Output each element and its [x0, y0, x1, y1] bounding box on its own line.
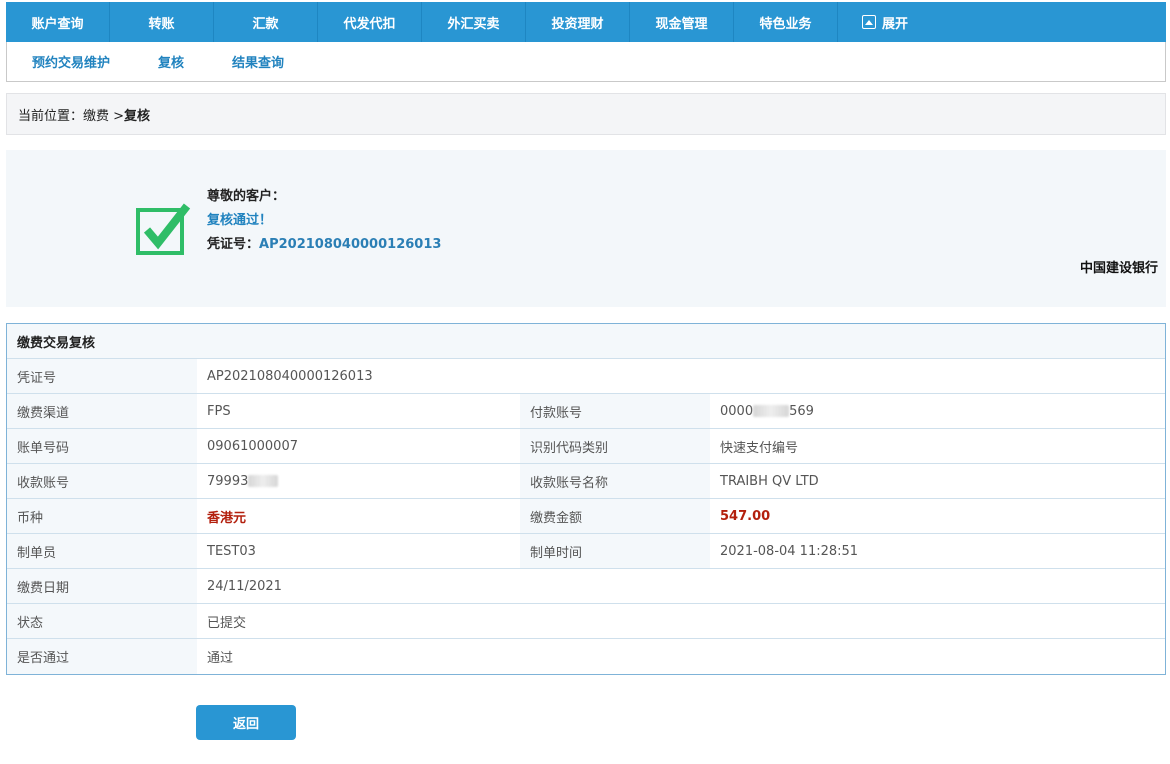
make-time-value: 2021-08-04 11:28:51 — [720, 543, 859, 559]
expand-button[interactable]: 展开 — [838, 2, 932, 42]
success-panel: 尊敬的客户： 复核通过！ 凭证号：AP202108040000126013 中国… — [6, 150, 1166, 307]
maker-value: TEST03 — [207, 543, 256, 559]
nav-cash-management[interactable]: 现金管理 — [630, 2, 734, 42]
table-row: 收款账号 79993 收款账号名称 TRAIBH QV LTD — [7, 464, 1165, 499]
nav-account-query[interactable]: 账户查询 — [6, 2, 110, 42]
masked-digits — [248, 475, 279, 487]
top-nav: 账户查询 转账 汇款 代发代扣 外汇买卖 投资理财 现金管理 特色业务 展开 — [6, 2, 1166, 42]
make-time-label: 制单时间 — [520, 534, 710, 568]
masked-digits — [753, 405, 790, 417]
payment-date-label: 缴费日期 — [7, 569, 197, 603]
voucher-line: 凭证号：AP202108040000126013 — [207, 233, 441, 252]
return-button[interactable]: 返回 — [196, 705, 296, 740]
voucher-no-label: 凭证号 — [7, 359, 197, 393]
voucher-number: AP202108040000126013 — [259, 237, 442, 252]
payee-name-label: 收款账号名称 — [520, 464, 710, 498]
status-value: 已提交 — [207, 615, 247, 631]
payee-account-value: 79993 — [197, 464, 520, 498]
table-row: 缴费渠道 FPS 付款账号 0000 569 — [7, 394, 1165, 429]
payment-date-value: 24/11/2021 — [207, 578, 282, 594]
nav-transfer[interactable]: 转账 — [110, 2, 214, 42]
channel-value: FPS — [207, 403, 231, 419]
nav-special-services[interactable]: 特色业务 — [734, 2, 838, 42]
voucher-label: 凭证号： — [207, 237, 260, 252]
payer-account-value: 0000 569 — [710, 394, 1165, 428]
status-label: 状态 — [7, 604, 197, 638]
table-row: 凭证号 AP202108040000126013 — [7, 359, 1165, 394]
nav-payroll[interactable]: 代发代扣 — [318, 2, 422, 42]
review-passed-text: 复核通过！ — [207, 213, 273, 228]
channel-label: 缴费渠道 — [7, 394, 197, 428]
bank-name: 中国建设银行 — [1079, 261, 1158, 276]
subnav-scheduled-maintenance[interactable]: 预约交易维护 — [32, 52, 110, 71]
table-row: 缴费日期 24/11/2021 — [7, 569, 1165, 604]
payer-account-label: 付款账号 — [520, 394, 710, 428]
expand-icon — [861, 15, 876, 29]
checkmark-icon — [136, 203, 191, 255]
detail-table-title: 缴费交易复核 — [7, 324, 1165, 359]
approved-value: 通过 — [207, 651, 234, 666]
bill-number-value: 09061000007 — [207, 438, 298, 454]
voucher-no-value: AP202108040000126013 — [207, 368, 373, 384]
breadcrumb-prefix: 当前位置：缴费 > — [18, 108, 125, 124]
table-row: 币种 香港元 缴费金额 547.00 — [7, 499, 1165, 534]
approved-label: 是否通过 — [7, 639, 197, 674]
nav-remittance[interactable]: 汇款 — [214, 2, 318, 42]
payee-account-label: 收款账号 — [7, 464, 197, 498]
payee-name-value: TRAIBH QV LTD — [720, 473, 819, 489]
id-code-type-value: 快速支付编号 — [720, 440, 799, 456]
id-code-type-label: 识别代码类别 — [520, 429, 710, 463]
payee-account-prefix: 79993 — [207, 473, 249, 489]
table-row: 状态 已提交 — [7, 604, 1165, 639]
table-row: 制单员 TEST03 制单时间 2021-08-04 11:28:51 — [7, 534, 1165, 569]
nav-forex[interactable]: 外汇买卖 — [422, 2, 526, 42]
table-row: 账单号码 09061000007 识别代码类别 快速支付编号 — [7, 429, 1165, 464]
subnav-review[interactable]: 复核 — [158, 52, 184, 71]
breadcrumb: 当前位置：缴费 > 复核 — [6, 93, 1166, 135]
currency-value: 香港元 — [207, 510, 247, 526]
greeting-text: 尊敬的客户： — [207, 189, 286, 204]
sub-nav: 预约交易维护 复核 结果查询 — [6, 42, 1166, 82]
table-row: 是否通过 通过 — [7, 639, 1165, 674]
amount-value: 547.00 — [720, 508, 771, 524]
maker-label: 制单员 — [7, 534, 197, 568]
payer-account-prefix: 0000 — [720, 403, 754, 419]
nav-investment[interactable]: 投资理财 — [526, 2, 630, 42]
amount-label: 缴费金额 — [520, 499, 710, 533]
payer-account-suffix: 569 — [789, 403, 814, 419]
expand-label: 展开 — [881, 16, 908, 32]
subnav-result-query[interactable]: 结果查询 — [232, 52, 284, 71]
bill-number-label: 账单号码 — [7, 429, 197, 463]
detail-table: 缴费交易复核 凭证号 AP202108040000126013 缴费渠道 FPS… — [6, 323, 1166, 675]
currency-label: 币种 — [7, 499, 197, 533]
breadcrumb-current: 复核 — [124, 108, 151, 124]
